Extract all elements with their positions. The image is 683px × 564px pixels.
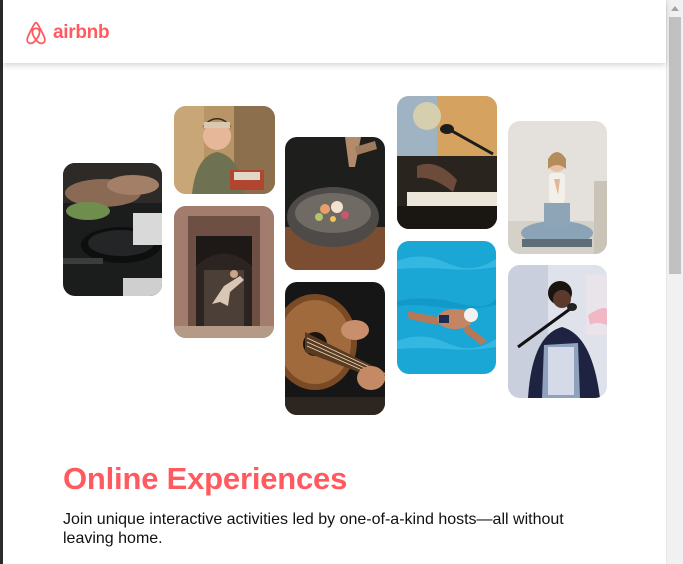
acoustic-guitar-photo [285,282,385,415]
vertical-scrollbar[interactable] [666,0,683,564]
dancer-doorway-photo [174,206,274,338]
yoga-meditation-photo [508,121,607,254]
cooking-pan-photo [63,163,162,296]
page-subtitle: Join unique interactive activities led b… [63,511,564,547]
woman-cooking-host-photo [174,106,275,194]
scroll-up-arrow-icon[interactable] [671,6,679,11]
site-header: airbnb [3,0,666,63]
swimmer-pool-photo [397,241,496,374]
airbnb-logo-link[interactable]: airbnb [23,19,110,47]
scroll-thumb[interactable] [669,17,681,274]
page-title: Online Experiences [63,461,348,496]
window-edge [0,0,3,564]
food-bowl-photo [285,137,385,270]
piano-microphone-photo [397,96,497,229]
singer-microphone-photo [508,265,607,398]
logo-wordmark: airbnb [53,22,110,43]
airbnb-belo-icon [23,19,49,47]
page: airbnb Online Experiences Join unique in… [0,0,683,564]
